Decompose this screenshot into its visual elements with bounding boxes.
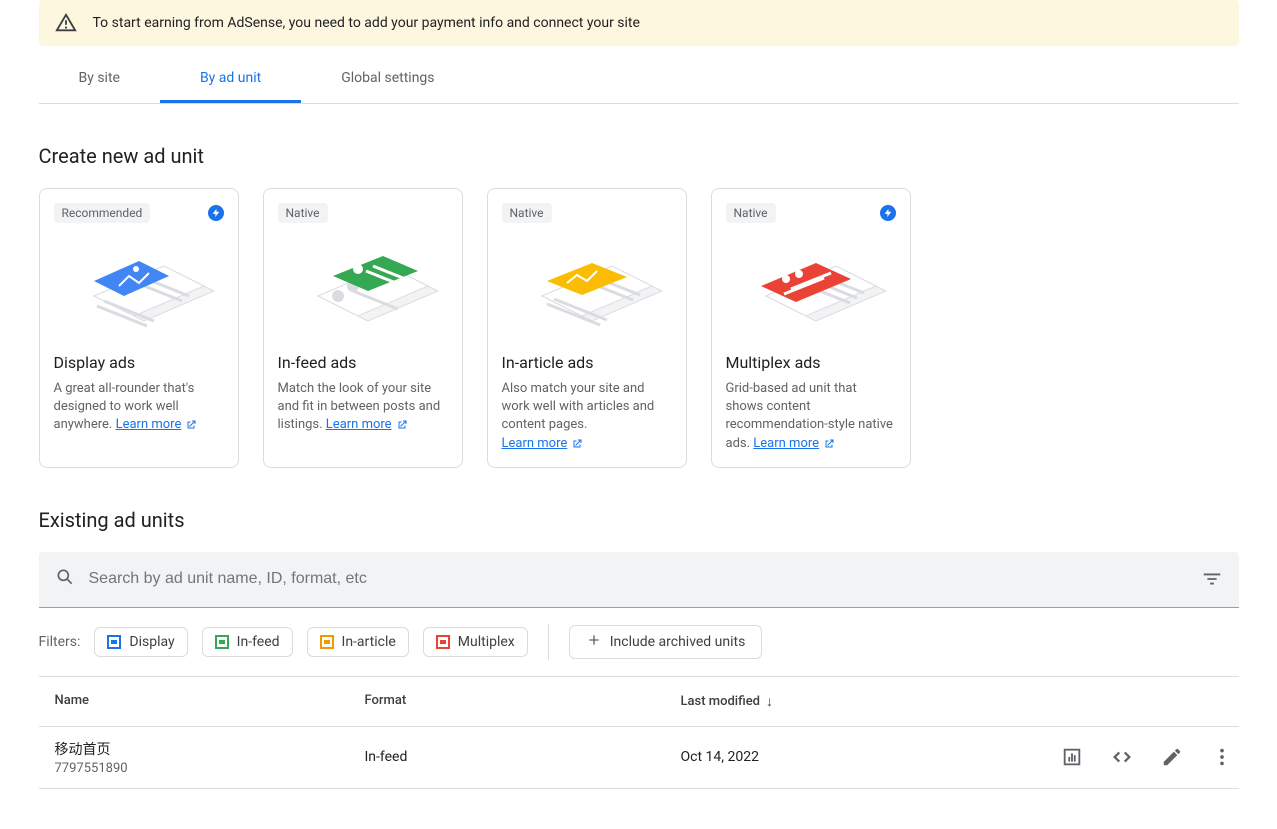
tab-by-site[interactable]: By site xyxy=(39,56,160,103)
card-illustration xyxy=(54,231,224,331)
multiplex-format-icon xyxy=(436,635,450,649)
card-chip: Native xyxy=(502,203,552,223)
card-display-ads[interactable]: Recommended Display ads A great all-roun… xyxy=(39,188,239,468)
report-icon[interactable] xyxy=(1061,746,1083,768)
bolt-icon xyxy=(208,205,224,221)
card-title: Display ads xyxy=(54,353,224,372)
card-title: Multiplex ads xyxy=(726,353,896,372)
plus-icon xyxy=(586,632,602,652)
warning-banner: To start earning from AdSense, you need … xyxy=(39,0,1239,46)
in-article-format-icon xyxy=(320,635,334,649)
sort-desc-icon: ↓ xyxy=(766,693,773,710)
ad-unit-cards: Recommended Display ads A great all-roun… xyxy=(39,188,1239,468)
card-illustration xyxy=(278,231,448,331)
display-format-icon xyxy=(107,635,121,649)
table-header: Name Format Last modified ↓ xyxy=(39,676,1239,727)
card-illustration xyxy=(502,231,672,331)
card-chip: Recommended xyxy=(54,203,151,223)
card-title: In-article ads xyxy=(502,353,672,372)
bolt-icon xyxy=(880,205,896,221)
card-illustration xyxy=(726,231,896,331)
learn-more-link[interactable]: Learn more xyxy=(502,435,584,453)
card-desc: Grid-based ad unit that shows content re… xyxy=(726,380,896,453)
card-chip: Native xyxy=(726,203,776,223)
include-archived-button[interactable]: Include archived units xyxy=(569,625,763,659)
row-format-cell: In-feed xyxy=(365,749,681,765)
col-format[interactable]: Format xyxy=(365,693,681,710)
filter-display[interactable]: Display xyxy=(94,627,187,657)
row-last-modified-cell: Oct 14, 2022 xyxy=(681,749,1061,765)
card-title: In-feed ads xyxy=(278,353,448,372)
card-in-article-ads[interactable]: Native In-article ads Also match your si… xyxy=(487,188,687,468)
col-last-modified[interactable]: Last modified ↓ xyxy=(681,693,1061,710)
search-input[interactable] xyxy=(89,570,1187,588)
filter-list-icon[interactable] xyxy=(1201,568,1223,590)
create-section-title: Create new ad unit xyxy=(39,144,1239,168)
banner-text: To start earning from AdSense, you need … xyxy=(93,15,640,31)
table-row: 移动首页 7797551890 In-feed Oct 14, 2022 xyxy=(39,727,1239,789)
col-name[interactable]: Name xyxy=(55,693,365,710)
tab-global-settings[interactable]: Global settings xyxy=(301,56,474,103)
card-chip: Native xyxy=(278,203,328,223)
card-desc: Match the look of your site and fit in b… xyxy=(278,380,448,435)
row-actions xyxy=(1061,746,1233,768)
row-name-cell[interactable]: 移动首页 7797551890 xyxy=(55,739,365,776)
learn-more-link[interactable]: Learn more xyxy=(116,416,198,434)
code-icon[interactable] xyxy=(1111,746,1133,768)
existing-section-title: Existing ad units xyxy=(39,508,1239,532)
filter-in-article[interactable]: In-article xyxy=(307,627,409,657)
filters-row: Filters: Display In-feed In-article Mult… xyxy=(39,624,1239,660)
filters-label: Filters: xyxy=(39,634,81,650)
search-bar xyxy=(39,552,1239,608)
card-desc: Also match your site and work well with … xyxy=(502,380,672,453)
search-icon xyxy=(55,567,75,591)
learn-more-link[interactable]: Learn more xyxy=(753,435,835,453)
edit-icon[interactable] xyxy=(1161,746,1183,768)
warning-icon xyxy=(55,12,77,34)
card-desc: A great all-rounder that's designed to w… xyxy=(54,380,224,435)
filter-in-feed[interactable]: In-feed xyxy=(202,627,293,657)
in-feed-format-icon xyxy=(215,635,229,649)
tab-by-ad-unit[interactable]: By ad unit xyxy=(160,56,301,103)
separator xyxy=(548,624,549,660)
filter-multiplex[interactable]: Multiplex xyxy=(423,627,528,657)
card-multiplex-ads[interactable]: Native Multiplex ads Grid-base xyxy=(711,188,911,468)
tabs: By site By ad unit Global settings xyxy=(39,56,1239,104)
more-vert-icon[interactable] xyxy=(1211,746,1233,768)
card-in-feed-ads[interactable]: Native In-feed ads Match the look of you… xyxy=(263,188,463,468)
learn-more-link[interactable]: Learn more xyxy=(326,416,408,434)
